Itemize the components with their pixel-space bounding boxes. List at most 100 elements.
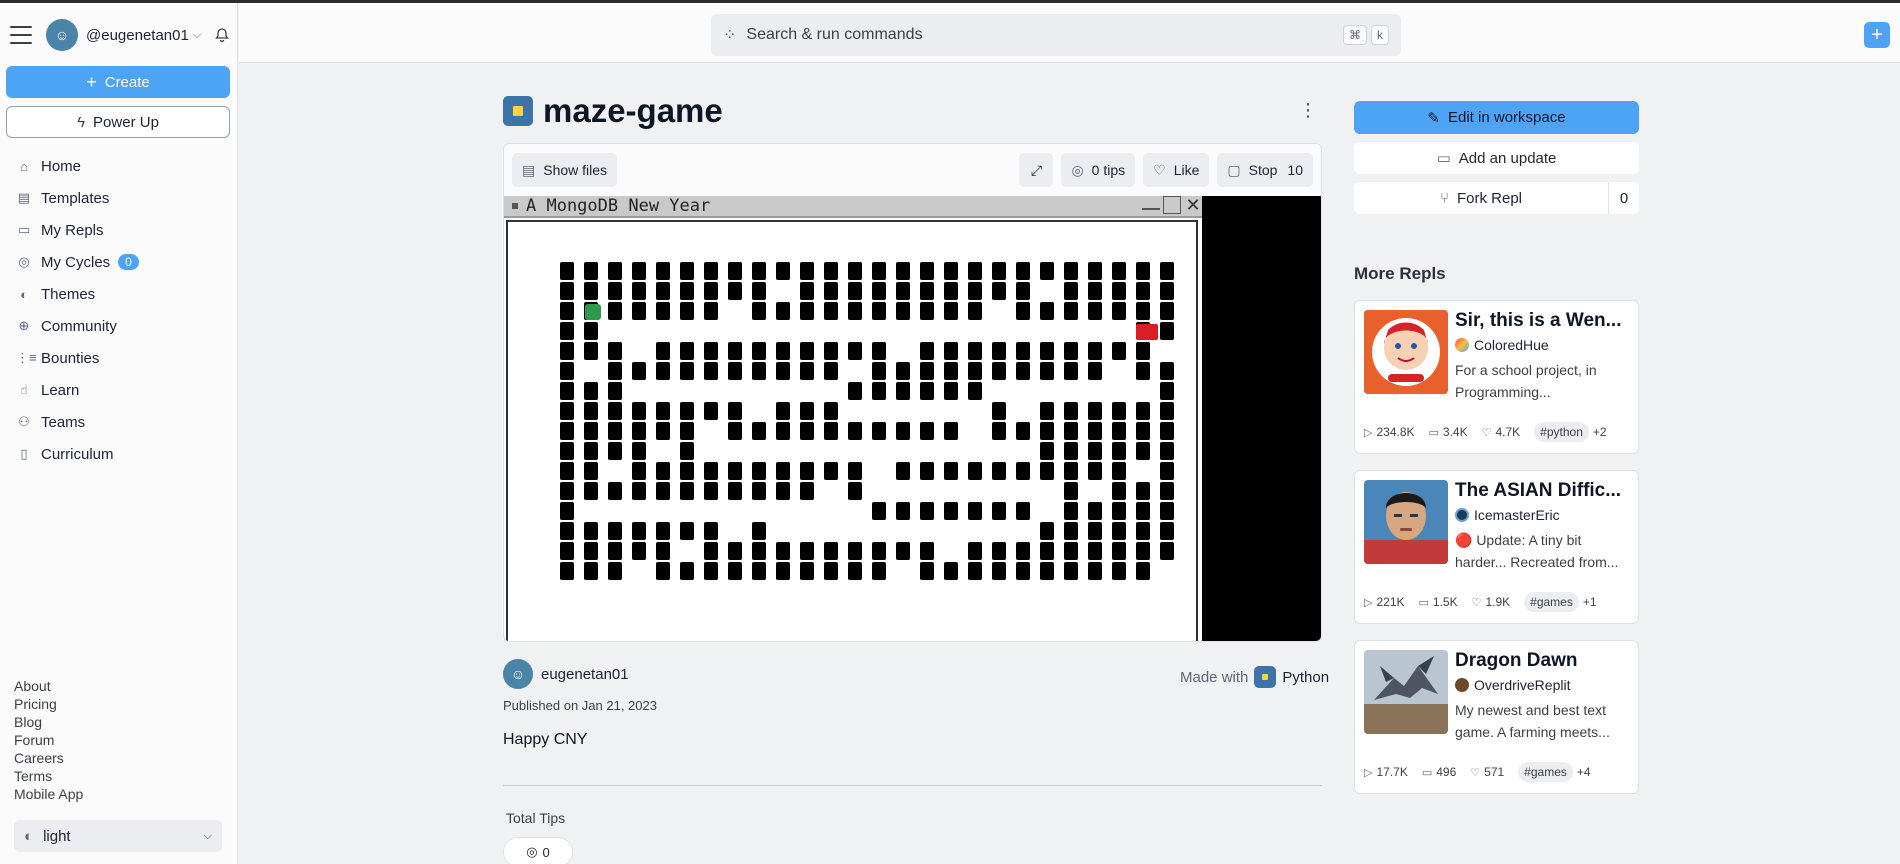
show-files-label: Show files bbox=[543, 162, 608, 178]
author[interactable]: ☺ eugenetan01 bbox=[503, 659, 629, 689]
sidebar-item-bounties[interactable]: ⋮≡ Bounties bbox=[16, 342, 230, 374]
maze-wall bbox=[752, 522, 766, 540]
maze-wall bbox=[776, 362, 790, 380]
username[interactable]: @eugenetan01 bbox=[86, 27, 189, 44]
sidebar-item-curriculum[interactable]: ▯ Curriculum bbox=[16, 438, 230, 470]
maze-wall bbox=[800, 562, 814, 580]
folder-icon: ▭ bbox=[17, 222, 31, 237]
power-up-button[interactable]: ϟ Power Up bbox=[6, 106, 230, 138]
sidebar-item-teams[interactable]: ⚇ Teams bbox=[16, 406, 230, 438]
game-output[interactable]: A MongoDB New Year ✕ bbox=[504, 196, 1321, 641]
repl-card[interactable]: The ASIAN Diffic... IcemasterEric 🔴 Upda… bbox=[1354, 470, 1639, 624]
templates-icon: ▤ bbox=[17, 190, 31, 205]
repl-card-title[interactable]: Sir, this is a Wen... bbox=[1455, 310, 1635, 332]
maze-wall bbox=[824, 302, 838, 320]
repl-card[interactable]: Dragon Dawn OverdriveReplit My newest an… bbox=[1354, 640, 1639, 794]
footer-link-careers[interactable]: Careers bbox=[14, 749, 83, 767]
sidebar-item-my-repls[interactable]: ▭ My Repls bbox=[16, 214, 230, 246]
maze-canvas[interactable] bbox=[506, 220, 1198, 641]
expand-button[interactable]: ⤢ bbox=[1019, 153, 1054, 187]
maze-wall bbox=[1112, 422, 1126, 440]
sidebar-item-label: Home bbox=[41, 157, 82, 175]
footer-link-mobile-app[interactable]: Mobile App bbox=[14, 785, 83, 803]
maze-wall bbox=[944, 422, 958, 440]
close-icon[interactable]: ✕ bbox=[1184, 196, 1202, 214]
maze-wall bbox=[968, 262, 982, 280]
stop-button[interactable]: ▢ Stop 10 bbox=[1217, 153, 1313, 187]
more-tags: +1 bbox=[1582, 595, 1597, 609]
theme-select[interactable]: ◐ light ⌵ bbox=[14, 820, 222, 852]
maze-wall bbox=[704, 282, 718, 300]
repl-card-title[interactable]: Dragon Dawn bbox=[1455, 650, 1635, 672]
maze-wall bbox=[1088, 542, 1102, 560]
new-repl-button[interactable]: + bbox=[1864, 22, 1890, 48]
show-files-button[interactable]: ▤ Show files bbox=[512, 153, 618, 187]
maze-wall bbox=[560, 502, 574, 520]
tips-button[interactable]: ◎ 0 tips bbox=[1061, 153, 1136, 187]
sidebar-item-learn[interactable]: ☝ Learn bbox=[16, 374, 230, 406]
minimize-icon[interactable] bbox=[1142, 196, 1160, 210]
more-options-icon[interactable]: ⋮ bbox=[1299, 100, 1317, 121]
like-button[interactable]: ♡ Like bbox=[1143, 153, 1210, 187]
footer-link-terms[interactable]: Terms bbox=[14, 767, 83, 785]
maze-wall bbox=[560, 322, 574, 340]
maze-wall bbox=[848, 282, 862, 300]
play-icon: ▷ bbox=[1364, 766, 1373, 779]
edit-in-workspace-button[interactable]: ✎ Edit in workspace bbox=[1354, 101, 1639, 134]
add-update-button[interactable]: ▭ Add an update bbox=[1354, 142, 1639, 174]
maze-wall bbox=[560, 342, 574, 360]
fork-repl-button[interactable]: ⑂ Fork Repl 0 bbox=[1354, 182, 1639, 214]
comment-icon: ▭ bbox=[1428, 426, 1439, 439]
repl-card-user[interactable]: ColoredHue bbox=[1455, 337, 1549, 353]
bell-icon[interactable] bbox=[214, 27, 230, 43]
search-input[interactable]: ⁘ Search & run commands ⌘ k bbox=[711, 14, 1401, 56]
footer-link-forum[interactable]: Forum bbox=[14, 731, 83, 749]
maze-wall bbox=[1040, 462, 1054, 480]
tag[interactable]: #games bbox=[1518, 762, 1573, 782]
footer-link-pricing[interactable]: Pricing bbox=[14, 695, 83, 713]
maze-wall bbox=[584, 442, 598, 460]
footer-link-blog[interactable]: Blog bbox=[14, 713, 83, 731]
create-button[interactable]: + Create bbox=[6, 66, 230, 98]
repl-card-user[interactable]: OverdriveReplit bbox=[1455, 677, 1570, 693]
sidebar-item-home[interactable]: ⌂ Home bbox=[16, 150, 230, 182]
total-tips-badge[interactable]: ◎ 0 bbox=[503, 837, 573, 864]
author-name[interactable]: eugenetan01 bbox=[541, 666, 629, 683]
fork-main[interactable]: ⑂ Fork Repl bbox=[1354, 182, 1609, 214]
maze-wall bbox=[872, 342, 886, 360]
command-icon: ⁘ bbox=[723, 27, 737, 44]
footer-link-about[interactable]: About bbox=[14, 677, 83, 695]
likes-stat: ♡ 571 bbox=[1470, 765, 1504, 779]
maze-wall bbox=[1040, 442, 1054, 460]
sidebar-item-community[interactable]: ⊕ Community bbox=[16, 310, 230, 342]
maze-wall bbox=[656, 422, 670, 440]
repl-card-user[interactable]: IcemasterEric bbox=[1455, 507, 1560, 523]
sidebar-item-label: My Repls bbox=[41, 221, 104, 239]
maze-wall bbox=[1088, 462, 1102, 480]
tag[interactable]: #python bbox=[1534, 422, 1589, 442]
maze-wall bbox=[1016, 342, 1030, 360]
maze-wall bbox=[1112, 342, 1126, 360]
tag[interactable]: #games bbox=[1524, 592, 1579, 612]
sidebar: ☺ @eugenetan01 ⌵ + Create ϟ Power Up ⌂ Home… bbox=[0, 3, 238, 864]
maze-wall bbox=[824, 262, 838, 280]
maze-wall bbox=[1136, 342, 1150, 360]
top-bar: ⁘ Search & run commands ⌘ k + bbox=[239, 3, 1900, 63]
chevron-down-icon[interactable]: ⌵ bbox=[193, 29, 201, 42]
maze-wall bbox=[992, 502, 1006, 520]
sidebar-item-my-cycles[interactable]: ◎ My Cycles 0 bbox=[16, 246, 230, 278]
maze-wall bbox=[872, 542, 886, 560]
sidebar-item-themes[interactable]: ◐ Themes bbox=[16, 278, 230, 310]
maze-wall bbox=[584, 422, 598, 440]
repl-card-title[interactable]: The ASIAN Diffic... bbox=[1455, 480, 1635, 502]
sidebar-item-templates[interactable]: ▤ Templates bbox=[16, 182, 230, 214]
avatar[interactable]: ☺ bbox=[46, 19, 78, 51]
maximize-icon[interactable] bbox=[1163, 196, 1181, 214]
game-window[interactable]: A MongoDB New Year ✕ bbox=[504, 196, 1202, 641]
menu-icon[interactable] bbox=[10, 26, 32, 44]
maze-wall bbox=[800, 362, 814, 380]
maze-wall bbox=[872, 422, 886, 440]
language-name[interactable]: Python bbox=[1282, 669, 1329, 686]
maze-wall bbox=[704, 402, 718, 420]
repl-card[interactable]: Sir, this is a Wen... ColoredHue For a s… bbox=[1354, 300, 1639, 454]
